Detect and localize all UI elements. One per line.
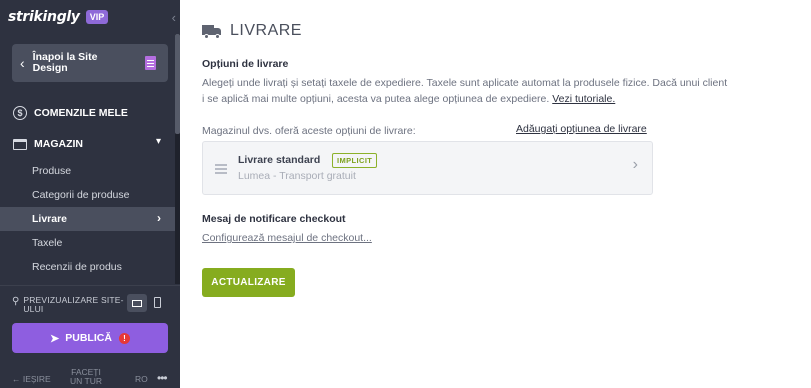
sidebar-footer-links: ← IEȘIRE FACEȚI UN TUR RO ••• [0,368,180,388]
more-icon[interactable]: ••• [157,371,168,385]
shipping-options-title: Opțiuni de livrare [202,58,289,70]
publish-button[interactable]: ➤ PUBLICĂ ! [12,323,168,353]
drag-handle-icon[interactable] [215,164,227,166]
main-content: LIVRARE Opțiuni de livrare Alegeți unde … [180,0,811,388]
tutorial-link[interactable]: Vezi tutoriale. [552,93,615,105]
mobile-icon[interactable] [154,297,161,308]
chevron-right-icon: › [157,211,161,225]
back-button-label: Înapoi la Site Design [32,51,98,74]
strikingly-logo[interactable]: strikingly [8,9,80,25]
sidebar: strikingly VIP ‹ ‹ Înapoi la Site Design… [0,0,180,388]
rocket-icon: ➤ [50,332,60,345]
chevron-right-icon: › [632,156,638,173]
sidebar-item-products[interactable]: Produse [0,159,175,183]
exit-button[interactable]: ← IEȘIRE [12,374,51,384]
chevron-left-icon[interactable]: ‹ [172,10,176,25]
add-shipping-option-link[interactable]: Adăugați opțiunea de livrare [516,123,647,135]
nav-my-orders-label: COMENZILE MELE [34,107,128,119]
sidebar-item-shipping[interactable]: Livrare › [0,207,175,231]
desktop-preview-button[interactable] [127,294,147,312]
sidebar-item-product-reviews[interactable]: Recenzii de produs [0,255,175,279]
checkout-notification-title: Mesaj de notificare checkout [202,213,346,225]
sidebar-item-product-categories[interactable]: Categorii de produse [0,183,175,207]
truck-icon [202,24,222,39]
page-header: LIVRARE [202,22,302,40]
configure-checkout-message-link[interactable]: Configurează mesajul de checkout... [202,232,372,244]
default-badge: IMPLICIT [332,153,378,168]
dollar-icon: $ [13,106,27,120]
offer-label: Magazinul dvs. oferă aceste opțiuni de l… [202,125,416,137]
shipping-description: Alegeți unde livrați și setați taxele de… [202,75,732,107]
shipping-option-card[interactable]: Livrare standard IMPLICIT Lumea - Transp… [202,141,653,195]
chevron-left-icon: ‹ [20,55,25,71]
search-icon: ⚲ [12,296,20,307]
alert-icon: ! [118,332,130,344]
nav-my-orders[interactable]: $ COMENZILE MELE [0,102,175,124]
vip-badge: VIP [85,10,109,24]
preview-row: ⚲ PREVIZUALIZARE SITE-ULUI [12,294,172,314]
page-title: LIVRARE [230,22,302,39]
shipping-description-text: Alegeți unde livrați și setați taxele de… [202,77,728,105]
shipping-option-subtitle: Lumea - Transport gratuit [238,170,356,182]
desktop-icon [132,299,142,307]
store-icon [13,138,27,150]
nav-store-label: MAGAZIN [34,138,83,150]
sidebar-footer: ⚲ PREVIZUALIZARE SITE-ULUI ➤ PUBLICĂ ! ←… [0,285,180,388]
back-to-site-design-button[interactable]: ‹ Înapoi la Site Design [12,44,168,82]
preview-label: PREVIZUALIZARE SITE-ULUI [23,295,124,314]
sidebar-header: strikingly VIP ‹ [0,0,180,34]
take-tour-button[interactable]: FACEȚI UN TUR [66,368,106,386]
publish-label: PUBLICĂ [65,332,112,344]
update-button[interactable]: ACTUALIZARE [202,268,295,297]
sidebar-item-shipping-label: Livrare [32,213,68,225]
page-icon [145,56,156,70]
chevron-down-icon: ▾ [155,136,161,147]
nav-store[interactable]: MAGAZIN ▾ [0,133,175,155]
language-selector[interactable]: RO [135,374,148,384]
shipping-option-name: Livrare standard [238,154,321,166]
sidebar-item-taxes[interactable]: Taxele [0,231,175,255]
